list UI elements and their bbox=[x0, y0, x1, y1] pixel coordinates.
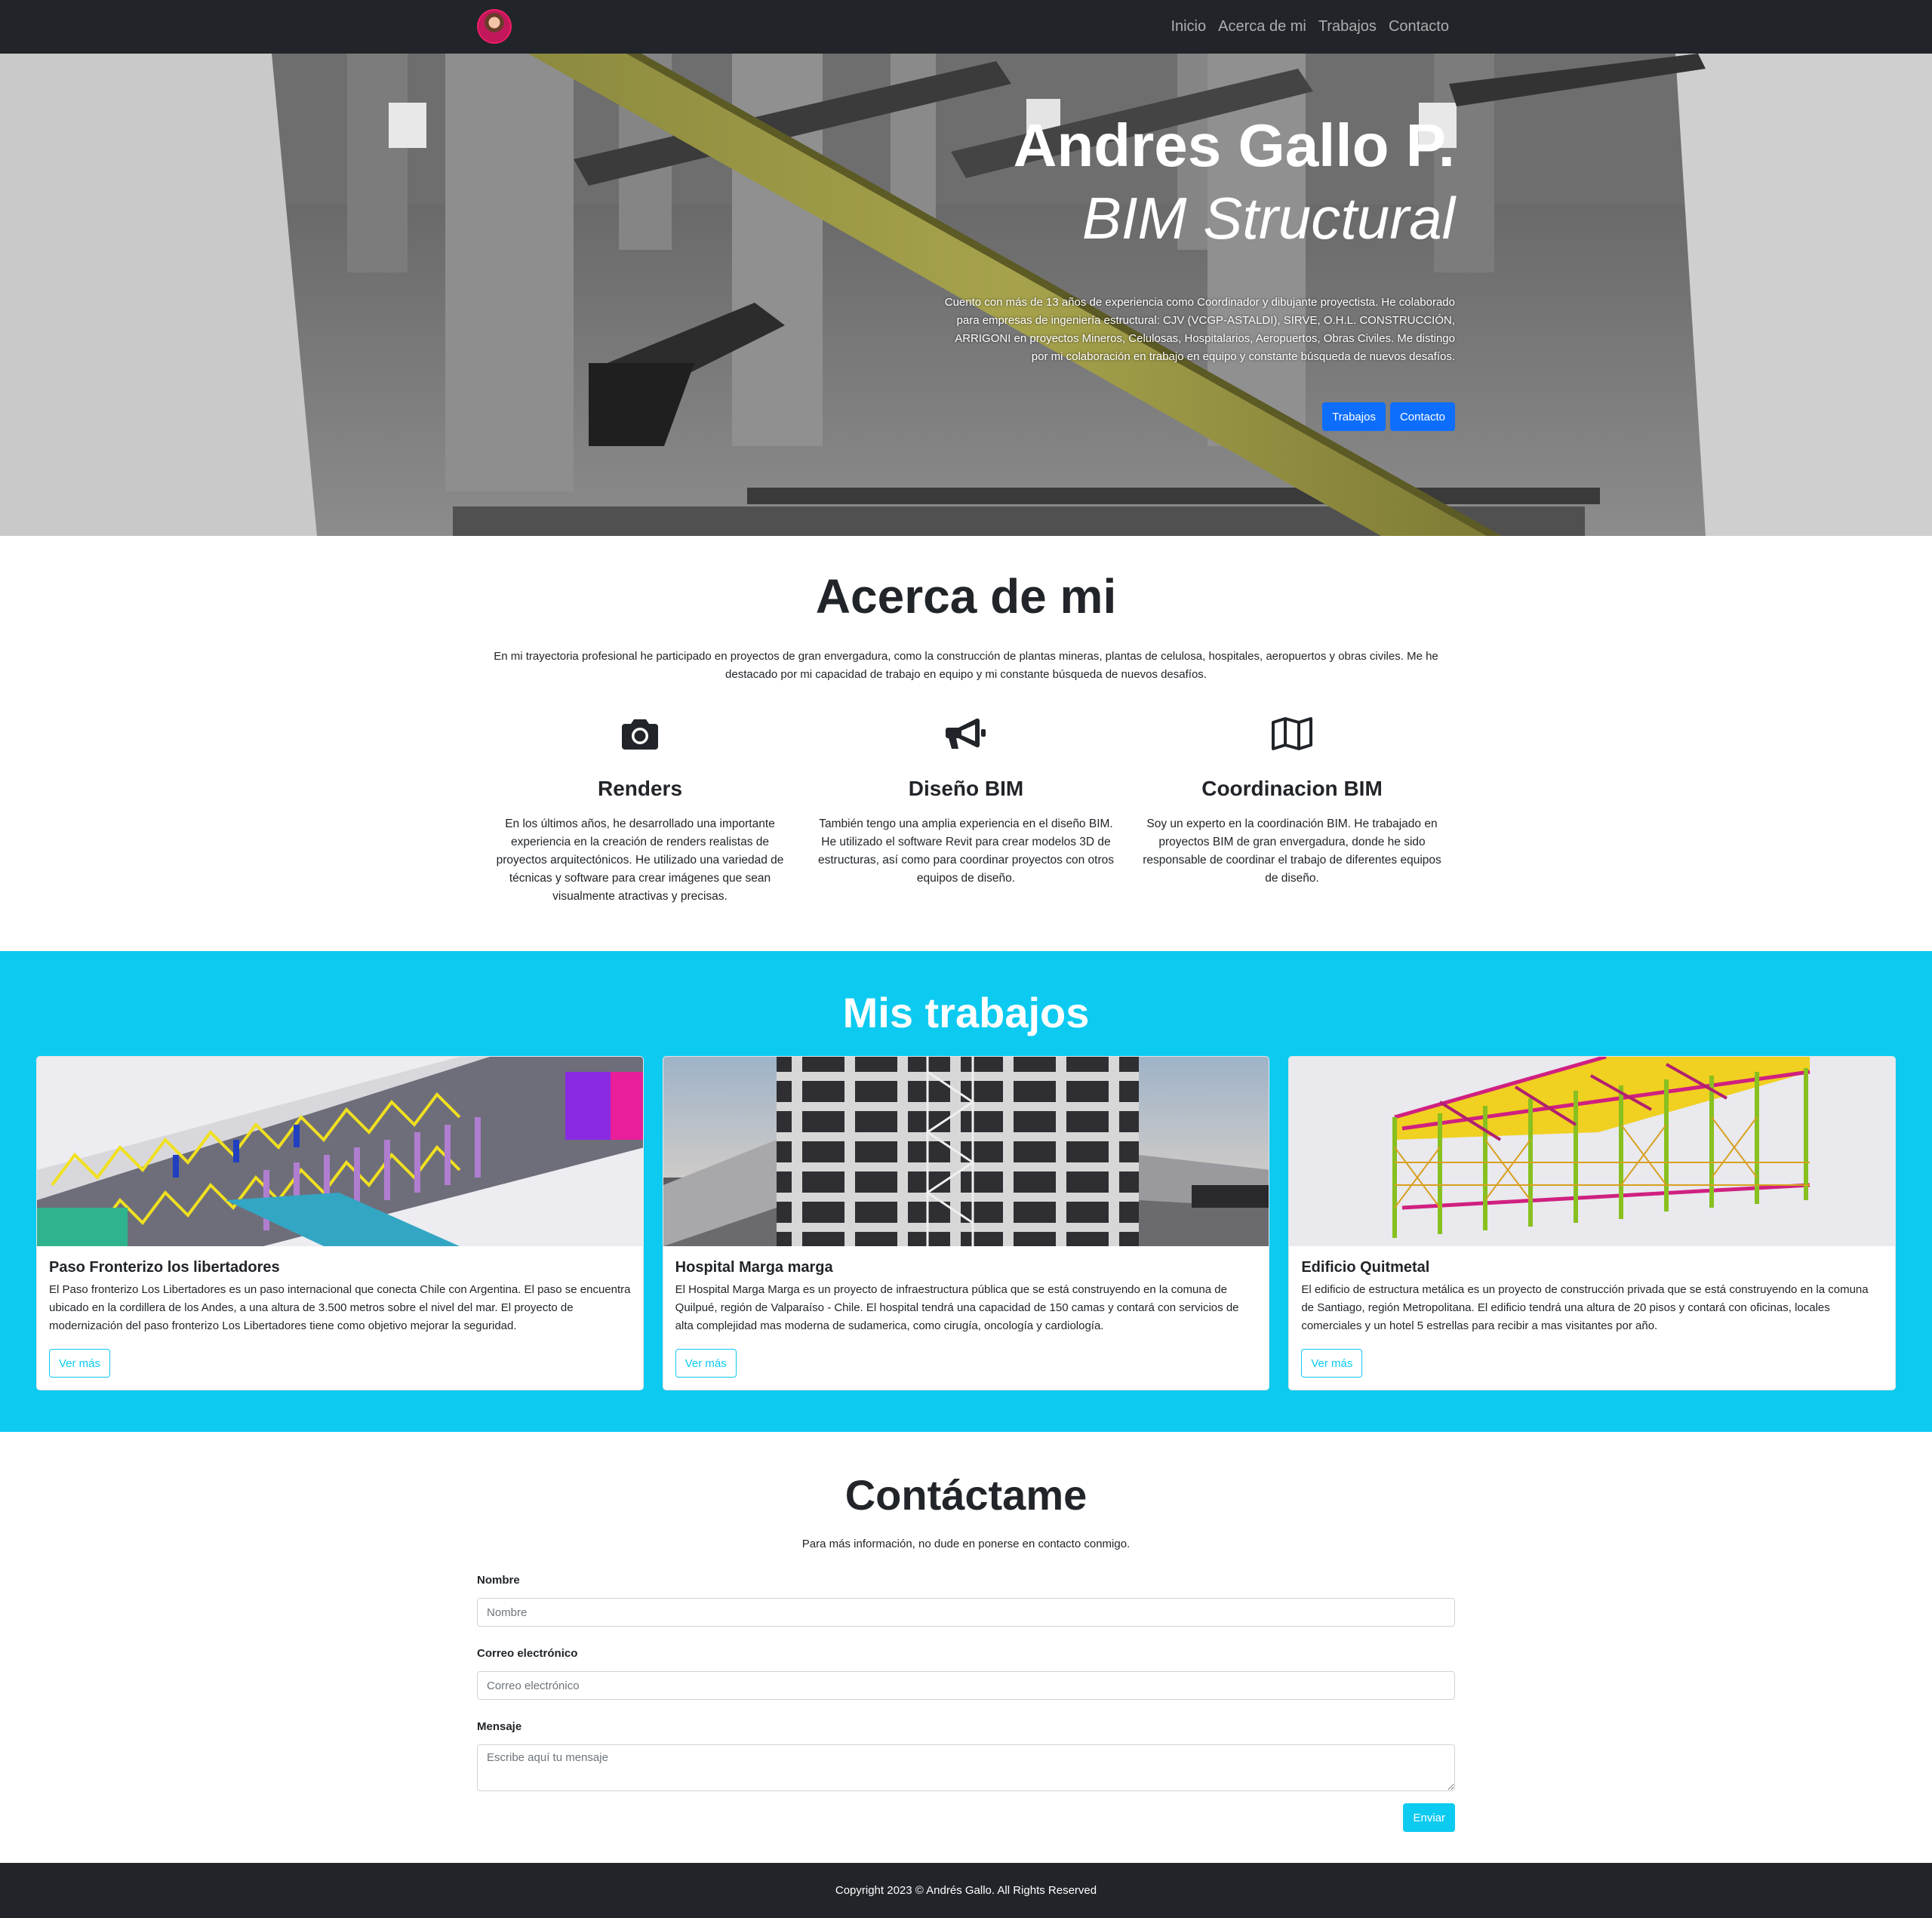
send-button[interactable]: Enviar bbox=[1403, 1803, 1455, 1832]
ver-mas-button[interactable]: Ver más bbox=[1301, 1349, 1363, 1378]
name-label: Nombre bbox=[477, 1574, 520, 1587]
message-label: Mensaje bbox=[477, 1720, 522, 1733]
hero-works-button[interactable]: Trabajos bbox=[1322, 402, 1386, 431]
navbar: Inicio Acerca de mi Trabajos Contacto bbox=[0, 0, 1932, 54]
feature-title: Coordinacion BIM bbox=[1201, 777, 1383, 800]
nav-link-trabajos[interactable]: Trabajos bbox=[1312, 18, 1383, 35]
hero-role: BIM Structural bbox=[1081, 185, 1455, 251]
feature-text: En los últimos años, he desarrollado una… bbox=[496, 817, 784, 903]
works-cards: Paso Fronterizo los libertadores El Paso… bbox=[36, 1056, 1897, 1390]
nav-link-acerca[interactable]: Acerca de mi bbox=[1212, 18, 1312, 35]
contact-subtitle: Para más información, no dude en ponerse… bbox=[801, 1538, 1131, 1550]
card-text: El Hospital Marga Marga es un proyecto d… bbox=[675, 1283, 1239, 1332]
card-title: Hospital Marga marga bbox=[675, 1259, 833, 1276]
map-icon bbox=[1138, 711, 1446, 756]
card-body: Edificio Quitmetal El edificio de estruc… bbox=[1289, 1246, 1895, 1347]
card-body: Hospital Marga marga El Hospital Marga M… bbox=[663, 1246, 1269, 1347]
ver-mas-button[interactable]: Ver más bbox=[675, 1349, 737, 1378]
work-image-quitmetal bbox=[1289, 1057, 1896, 1246]
card-text: El edificio de estructura metálica es un… bbox=[1301, 1283, 1869, 1332]
megaphone-icon bbox=[812, 711, 1120, 756]
message-textarea[interactable] bbox=[477, 1744, 1455, 1791]
about-intro: En mi trayectoria profesional he partici… bbox=[494, 650, 1438, 681]
works-section: Mis trabajos Paso Fronterizo los liberta… bbox=[0, 951, 1932, 1432]
work-card: Edificio Quitmetal El edificio de estruc… bbox=[1288, 1056, 1897, 1390]
name-input[interactable] bbox=[477, 1598, 1455, 1627]
nav-link-contacto[interactable]: Contacto bbox=[1383, 18, 1455, 35]
nav-links: Inicio Acerca de mi Trabajos Contacto bbox=[1164, 0, 1455, 54]
hero-section: Andres Gallo P. BIM Structural Cuento co… bbox=[0, 54, 1932, 536]
about-title: Acerca de mi bbox=[815, 569, 1117, 623]
work-image-hospital bbox=[663, 1057, 1269, 1246]
contact-section: Contáctame Para más información, no dude… bbox=[0, 1432, 1932, 1863]
card-title: Edificio Quitmetal bbox=[1301, 1259, 1430, 1276]
avatar[interactable] bbox=[477, 9, 512, 44]
message-group: Mensaje bbox=[477, 1719, 1455, 1791]
feature-title: Renders bbox=[597, 777, 683, 800]
submit-row: Enviar bbox=[477, 1803, 1455, 1832]
feature-coordinacion-bim: Coordinacion BIM Soy un experto en la co… bbox=[1129, 711, 1455, 906]
nav-link-inicio[interactable]: Inicio bbox=[1164, 18, 1212, 35]
hero-name: Andres Gallo P. bbox=[1013, 112, 1455, 179]
feature-text: También tengo una amplia experiencia en … bbox=[818, 817, 1114, 885]
hero-buttons: Trabajos Contacto bbox=[851, 402, 1455, 431]
email-input[interactable] bbox=[477, 1671, 1455, 1700]
email-label: Correo electrónico bbox=[477, 1647, 578, 1660]
footer: Copyright 2023 © Andrés Gallo. All Right… bbox=[0, 1863, 1932, 1918]
camera-icon bbox=[486, 711, 794, 756]
card-text: El Paso fronterizo Los Libertadores es u… bbox=[49, 1283, 631, 1332]
work-card: Paso Fronterizo los libertadores El Paso… bbox=[36, 1056, 644, 1390]
contact-form: Nombre Correo electrónico Mensaje Enviar bbox=[477, 1573, 1455, 1832]
about-section: Acerca de mi En mi trayectoria profesion… bbox=[0, 536, 1932, 951]
navbar-container: Inicio Acerca de mi Trabajos Contacto bbox=[477, 0, 1455, 54]
work-card: Hospital Marga marga El Hospital Marga M… bbox=[662, 1056, 1270, 1390]
features-row: Renders En los últimos años, he desarrol… bbox=[477, 711, 1455, 906]
hero-contact-button[interactable]: Contacto bbox=[1389, 402, 1455, 431]
works-title: Mis trabajos bbox=[842, 989, 1090, 1036]
copyright-text: Copyright 2023 © Andrés Gallo. All Right… bbox=[835, 1884, 1097, 1897]
name-group: Nombre bbox=[477, 1573, 1455, 1627]
hero-description: Cuento con más de 13 años de experiencia… bbox=[944, 296, 1455, 363]
email-group: Correo electrónico bbox=[477, 1646, 1455, 1700]
contact-title: Contáctame bbox=[844, 1471, 1088, 1519]
card-body: Paso Fronterizo los libertadores El Paso… bbox=[37, 1246, 643, 1347]
feature-text: Soy un experto en la coordinación BIM. H… bbox=[1143, 817, 1441, 885]
card-title: Paso Fronterizo los libertadores bbox=[49, 1259, 280, 1276]
feature-diseno-bim: Diseño BIM También tengo una amplia expe… bbox=[803, 711, 1129, 906]
work-image-paso-fronterizo bbox=[37, 1057, 643, 1246]
ver-mas-button[interactable]: Ver más bbox=[49, 1349, 111, 1378]
feature-title: Diseño BIM bbox=[908, 777, 1024, 800]
hero-content: Andres Gallo P. BIM Structural Cuento co… bbox=[851, 109, 1455, 431]
feature-renders: Renders En los últimos años, he desarrol… bbox=[477, 711, 803, 906]
